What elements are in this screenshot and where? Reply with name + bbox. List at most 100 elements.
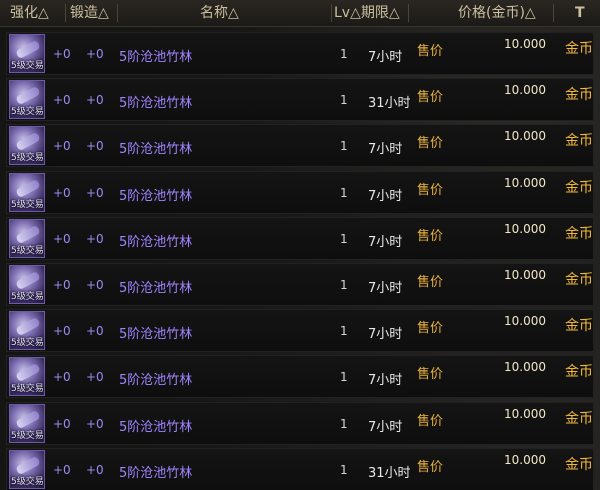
item-name: 5阶沧池竹林 — [119, 234, 193, 250]
item-period: 7小时 — [368, 419, 403, 435]
sword-icon — [15, 317, 41, 337]
qianghua-value: +0 — [53, 370, 71, 385]
table-row[interactable]: 5级交易 +0 +0 5阶沧池竹林 1 7小时 售价 10.000 金币 — [6, 32, 594, 75]
item-level: 1 — [340, 139, 348, 154]
duanzao-value: +0 — [86, 93, 104, 108]
item-list: 5级交易 +0 +0 5阶沧池竹林 1 7小时 售价 10.000 金币 5级交… — [6, 32, 594, 490]
sale-label: 售价 — [417, 459, 444, 475]
item-icon[interactable]: 5级交易 — [9, 126, 45, 166]
duanzao-value: +0 — [86, 462, 104, 477]
item-tag: 5级交易 — [11, 153, 44, 164]
item-period: 7小时 — [368, 327, 403, 343]
sale-label: 售价 — [417, 44, 444, 59]
item-level: 1 — [340, 185, 348, 200]
duanzao-value: +0 — [86, 277, 104, 292]
sword-icon — [15, 86, 41, 106]
item-period: 7小时 — [368, 234, 403, 250]
duanzao-value: +0 — [86, 231, 104, 246]
item-period: 7小时 — [368, 280, 403, 296]
currency-label: 金币 — [565, 410, 593, 427]
item-icon[interactable]: 5级交易 — [9, 357, 45, 397]
item-name: 5阶沧池竹林 — [119, 142, 193, 158]
sword-icon — [15, 224, 41, 244]
item-tag: 5级交易 — [11, 61, 44, 71]
item-tag: 5级交易 — [11, 199, 44, 210]
table-row[interactable]: 5级交易 +0 +0 5阶沧池竹林 1 7小时 售价 10.000 金币 — [6, 355, 594, 399]
pin-icon[interactable]: T — [575, 0, 585, 26]
header-divider — [408, 4, 409, 22]
item-price: 10.000 — [504, 360, 546, 375]
sale-label: 售价 — [417, 182, 444, 198]
qianghua-value: +0 — [53, 47, 71, 61]
duanzao-value: +0 — [86, 47, 104, 61]
currency-label: 金币 — [565, 133, 593, 150]
item-price: 10.000 — [504, 314, 546, 329]
item-name: 5阶沧池竹林 — [119, 96, 193, 112]
sword-icon — [15, 132, 41, 152]
sort-name-header[interactable]: 名称△ — [200, 0, 239, 26]
duanzao-value: +0 — [86, 370, 104, 385]
currency-label: 金币 — [565, 456, 593, 473]
header-divider — [553, 4, 554, 22]
currency-label: 金币 — [565, 364, 593, 381]
item-icon[interactable]: 5级交易 — [9, 311, 45, 351]
sort-lv-period-header[interactable]: Lv△期限△ — [334, 0, 400, 26]
item-icon[interactable]: 5级交易 — [9, 34, 45, 73]
item-price: 10.000 — [504, 452, 546, 467]
table-row[interactable]: 5级交易 +0 +0 5阶沧池竹林 1 7小时 售价 10.000 金币 — [6, 170, 594, 214]
item-name: 5阶沧池竹林 — [119, 188, 193, 204]
item-level: 1 — [340, 277, 348, 292]
sword-icon — [15, 363, 41, 383]
qianghua-value: +0 — [53, 462, 71, 477]
item-price: 10.000 — [504, 267, 546, 282]
sort-qianghua-header[interactable]: 强化△ — [10, 0, 49, 26]
table-row[interactable]: 5级交易 +0 +0 5阶沧池竹林 1 31小时 售价 10.000 金币 — [6, 447, 594, 490]
header-divider — [117, 4, 118, 22]
sort-price-header[interactable]: 价格(金币)△ — [458, 0, 536, 26]
header-divider — [65, 4, 66, 22]
duanzao-value: +0 — [86, 416, 104, 431]
table-row[interactable]: 5级交易 +0 +0 5阶沧池竹林 1 7小时 售价 10.000 金币 — [6, 262, 594, 306]
item-period: 7小时 — [368, 142, 403, 158]
currency-label: 金币 — [565, 41, 593, 57]
item-level: 1 — [340, 370, 348, 385]
item-icon[interactable]: 5级交易 — [9, 403, 45, 443]
sale-label: 售价 — [417, 367, 444, 383]
duanzao-value: +0 — [86, 324, 104, 339]
item-icon[interactable]: 5级交易 — [9, 264, 45, 304]
sale-label: 售价 — [417, 413, 444, 429]
table-header: 强化△ 锻造△ 名称△ Lv△期限△ 价格(金币)△ T — [0, 0, 600, 27]
sale-label: 售价 — [417, 274, 444, 290]
item-name: 5阶沧池竹林 — [119, 50, 193, 65]
item-name: 5阶沧池竹林 — [119, 280, 193, 296]
table-row[interactable]: 5级交易 +0 +0 5阶沧池竹林 1 7小时 售价 10.000 金币 — [6, 309, 594, 353]
qianghua-value: +0 — [53, 231, 71, 246]
sale-label: 售价 — [417, 228, 444, 244]
item-tag: 5级交易 — [11, 430, 44, 441]
item-level: 1 — [340, 231, 348, 246]
item-icon[interactable]: 5级交易 — [9, 80, 45, 120]
item-period: 7小时 — [368, 50, 403, 65]
item-tag: 5级交易 — [11, 476, 44, 487]
table-row[interactable]: 5级交易 +0 +0 5阶沧池竹林 1 7小时 售价 10.000 金币 — [6, 216, 594, 260]
table-row[interactable]: 5级交易 +0 +0 5阶沧池竹林 1 31小时 售价 10.000 金币 — [6, 78, 594, 122]
item-name: 5阶沧池竹林 — [119, 465, 193, 481]
table-row[interactable]: 5级交易 +0 +0 5阶沧池竹林 1 7小时 售价 10.000 金币 — [6, 401, 594, 445]
item-level: 1 — [340, 462, 348, 477]
sword-icon — [15, 39, 41, 60]
item-period: 31小时 — [368, 96, 411, 112]
sort-duanzao-header[interactable]: 锻造△ — [70, 0, 109, 26]
sale-label: 售价 — [417, 136, 444, 152]
item-icon[interactable]: 5级交易 — [9, 172, 45, 212]
item-level: 1 — [340, 47, 348, 61]
item-icon[interactable]: 5级交易 — [9, 449, 45, 489]
qianghua-value: +0 — [53, 185, 71, 200]
sword-icon — [15, 455, 41, 475]
item-price: 10.000 — [504, 175, 546, 190]
item-icon[interactable]: 5级交易 — [9, 218, 45, 258]
qianghua-value: +0 — [53, 277, 71, 292]
item-tag: 5级交易 — [11, 291, 44, 302]
item-name: 5阶沧池竹林 — [119, 327, 193, 343]
item-level: 1 — [340, 93, 348, 108]
table-row[interactable]: 5级交易 +0 +0 5阶沧池竹林 1 7小时 售价 10.000 金币 — [6, 124, 594, 168]
